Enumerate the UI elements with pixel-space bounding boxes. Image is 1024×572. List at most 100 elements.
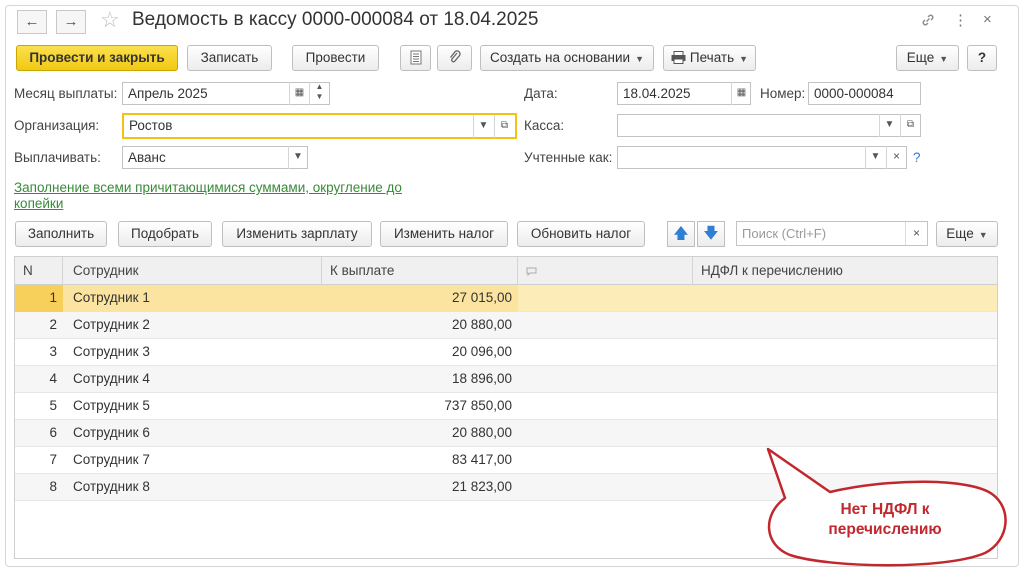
row-number: 5 bbox=[49, 398, 57, 413]
more-button[interactable]: Еще ▼ bbox=[896, 45, 959, 71]
more-vertical-icon[interactable]: ⋮ bbox=[953, 11, 968, 29]
clear-icon[interactable]: × bbox=[886, 146, 906, 169]
update-tax-button[interactable]: Обновить налог bbox=[517, 221, 645, 247]
pay-field[interactable]: Аванс bbox=[122, 146, 308, 169]
column-header-amount[interactable]: К выплате bbox=[322, 257, 518, 285]
cash-field[interactable] bbox=[617, 114, 921, 137]
dropdown-arrow-icon[interactable]: ▼ bbox=[288, 146, 307, 169]
fill-button[interactable]: Заполнить bbox=[15, 221, 107, 247]
create-based-on-button[interactable]: Создать на основании ▼ bbox=[480, 45, 654, 71]
table-row[interactable]: 3 Сотрудник 3 20 096,00 bbox=[15, 339, 997, 366]
column-header-n[interactable]: N bbox=[15, 257, 63, 285]
number-label: Номер: bbox=[760, 86, 806, 101]
arrow-down-icon: 🡇 bbox=[703, 225, 719, 242]
amount-cell: 83 417,00 bbox=[451, 452, 512, 467]
organization-field[interactable]: Ростов bbox=[122, 113, 517, 139]
row-number: 3 bbox=[49, 344, 57, 359]
table-row[interactable]: 2 Сотрудник 2 20 880,00 bbox=[15, 312, 997, 339]
help-icon[interactable]: ? bbox=[913, 150, 921, 165]
page-title: Ведомость в кассу 0000-000084 от 18.04.2… bbox=[132, 9, 539, 30]
comment-icon bbox=[526, 263, 537, 278]
document-icon bbox=[410, 50, 422, 65]
employee-cell: Сотрудник 2 bbox=[73, 317, 150, 332]
table-row[interactable]: 1 Сотрудник 1 27 015,00 bbox=[15, 285, 997, 312]
dropdown-arrow-icon[interactable]: ▼ bbox=[865, 146, 885, 169]
close-icon[interactable]: × bbox=[983, 11, 992, 28]
cash-label: Касса: bbox=[524, 118, 565, 133]
post-and-close-button[interactable]: Провести и закрыть bbox=[16, 45, 178, 71]
row-number: 2 bbox=[49, 317, 57, 332]
counted-as-field[interactable] bbox=[617, 146, 907, 169]
row-number: 7 bbox=[49, 452, 57, 467]
month-label: Месяц выплаты: bbox=[14, 86, 118, 101]
favorite-star-icon[interactable]: ☆ bbox=[100, 7, 120, 33]
employee-cell: Сотрудник 5 bbox=[73, 398, 150, 413]
calendar-icon[interactable]: ▦ bbox=[731, 82, 751, 105]
row-number: 6 bbox=[49, 425, 57, 440]
counted-as-label: Учтенные как: bbox=[524, 150, 613, 165]
column-header-ndfl[interactable]: НДФЛ к перечислению bbox=[693, 257, 997, 285]
column-header-employee[interactable]: Сотрудник bbox=[63, 257, 322, 285]
attachments-button[interactable] bbox=[437, 45, 472, 71]
callout-text: Нет НДФЛ к перечислению bbox=[828, 501, 942, 538]
arrow-right-icon: → bbox=[63, 13, 79, 30]
employee-cell: Сотрудник 3 bbox=[73, 344, 150, 359]
amount-cell: 27 015,00 bbox=[451, 290, 512, 305]
employee-cell: Сотрудник 8 bbox=[73, 479, 150, 494]
amount-cell: 18 896,00 bbox=[451, 371, 512, 386]
date-label: Дата: bbox=[524, 86, 558, 101]
row-number: 1 bbox=[15, 285, 63, 312]
link-icon[interactable] bbox=[920, 12, 936, 32]
dropdown-arrow-icon: ▼ bbox=[739, 54, 749, 64]
dropdown-arrow-icon[interactable]: ▼ bbox=[879, 114, 899, 137]
row-number: 8 bbox=[49, 479, 57, 494]
table-row[interactable]: 8 Сотрудник 8 21 823,00 bbox=[15, 474, 997, 501]
move-down-button[interactable]: 🡇 bbox=[697, 221, 725, 247]
post-button[interactable]: Провести bbox=[292, 45, 379, 71]
forward-button[interactable]: → bbox=[56, 10, 86, 34]
move-up-button[interactable]: 🡅 bbox=[667, 221, 695, 247]
save-button[interactable]: Записать bbox=[187, 45, 272, 71]
print-button[interactable]: Печать ▼ bbox=[663, 45, 756, 71]
amount-cell: 20 096,00 bbox=[451, 344, 512, 359]
table-header: N Сотрудник К выплате НДФЛ к перечислени… bbox=[15, 257, 997, 285]
table-more-button[interactable]: Еще ▼ bbox=[936, 221, 998, 247]
arrow-up-icon: 🡅 bbox=[673, 225, 689, 242]
paperclip-icon bbox=[448, 50, 462, 65]
column-header-comment[interactable] bbox=[518, 257, 693, 285]
journal-button[interactable] bbox=[400, 45, 431, 71]
amount-cell: 21 823,00 bbox=[451, 479, 512, 494]
change-tax-button[interactable]: Изменить налог bbox=[380, 221, 508, 247]
employee-cell: Сотрудник 4 bbox=[73, 371, 150, 386]
employee-cell: Сотрудник 6 bbox=[73, 425, 150, 440]
clear-search-icon[interactable]: × bbox=[905, 222, 927, 245]
employee-cell: Сотрудник 1 bbox=[73, 290, 150, 305]
open-icon[interactable]: ⧉ bbox=[494, 115, 514, 138]
pick-button[interactable]: Подобрать bbox=[118, 221, 212, 247]
table-row[interactable]: 7 Сотрудник 7 83 417,00 bbox=[15, 447, 997, 474]
row-number: 4 bbox=[49, 371, 57, 386]
amount-cell: 20 880,00 bbox=[451, 317, 512, 332]
table-row[interactable]: 6 Сотрудник 6 20 880,00 bbox=[15, 420, 997, 447]
change-salary-button[interactable]: Изменить зарплату bbox=[222, 221, 372, 247]
amount-cell: 737 850,00 bbox=[444, 398, 512, 413]
fill-mode-link[interactable]: Заполнение всеми причитающимися суммами,… bbox=[14, 180, 414, 212]
dropdown-arrow-icon: ▼ bbox=[978, 230, 988, 240]
number-field[interactable]: 0000-000084 bbox=[808, 82, 921, 105]
organization-label: Организация: bbox=[14, 118, 100, 133]
help-button[interactable]: ? bbox=[967, 45, 997, 71]
open-icon[interactable]: ⧉ bbox=[900, 114, 920, 137]
amount-cell: 20 880,00 bbox=[451, 425, 512, 440]
printer-icon bbox=[671, 50, 690, 65]
dropdown-arrow-icon: ▼ bbox=[635, 54, 644, 64]
calendar-icon[interactable]: ▦ bbox=[289, 82, 309, 105]
pay-label: Выплачивать: bbox=[14, 150, 101, 165]
arrow-left-icon: ← bbox=[24, 13, 40, 30]
dropdown-arrow-icon[interactable]: ▼ bbox=[473, 115, 493, 138]
table-row[interactable]: 4 Сотрудник 4 18 896,00 bbox=[15, 366, 997, 393]
month-stepper[interactable]: ▲ ▼ bbox=[309, 82, 329, 105]
table-row[interactable]: 5 Сотрудник 5 737 850,00 bbox=[15, 393, 997, 420]
back-button[interactable]: ← bbox=[17, 10, 47, 34]
search-input[interactable] bbox=[737, 222, 902, 245]
dropdown-arrow-icon: ▼ bbox=[939, 54, 949, 64]
